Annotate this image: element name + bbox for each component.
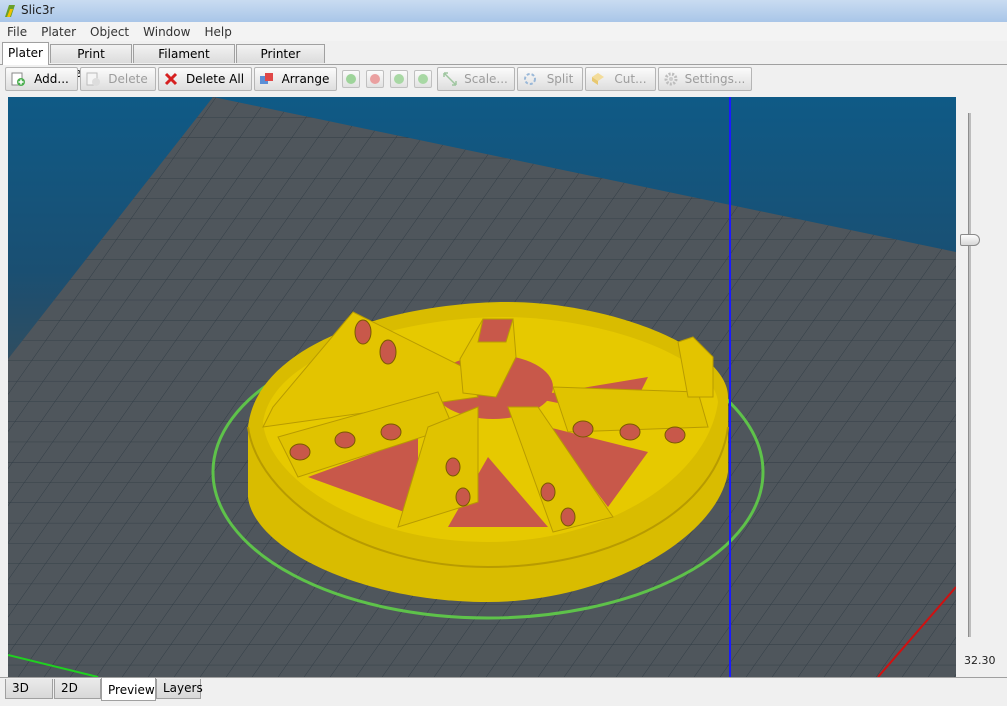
menu-help[interactable]: Help	[197, 25, 238, 39]
delete-label: Delete	[108, 72, 148, 86]
delete-all-button[interactable]: Delete All	[158, 67, 252, 91]
tab-layers[interactable]: Layers	[156, 679, 203, 699]
menu-plater[interactable]: Plater	[34, 25, 83, 39]
layer-height-value: 32.30	[964, 654, 996, 667]
plater-toolbar: Add... Delete Delete All Arrange Scale..…	[0, 65, 1007, 93]
gear-icon	[664, 72, 678, 86]
slider-track[interactable]	[968, 113, 971, 637]
menu-window[interactable]: Window	[136, 25, 197, 39]
main-tabs: Plater Print Settings Filament Settings …	[0, 42, 1007, 80]
scale-label: Scale...	[464, 72, 508, 86]
slic3r-logo-icon	[5, 5, 15, 17]
tab-preview[interactable]: Preview	[101, 678, 156, 701]
arrange-label: Arrange	[281, 72, 330, 86]
menu-file[interactable]: File	[0, 25, 34, 39]
slider-thumb[interactable]	[960, 233, 980, 246]
increase-copies-button[interactable]	[342, 70, 360, 88]
split-label: Split	[546, 72, 574, 86]
arrange-icon	[260, 73, 273, 84]
split-button[interactable]: Split	[517, 67, 583, 91]
plus-icon	[346, 74, 356, 84]
rotate-cw-button[interactable]	[414, 70, 432, 88]
decrease-copies-button[interactable]	[366, 70, 384, 88]
settings-label: Settings...	[684, 72, 746, 86]
menu-object[interactable]: Object	[83, 25, 136, 39]
rotate-left-icon	[394, 74, 404, 84]
cut-label: Cut...	[614, 72, 647, 86]
rotate-ccw-button[interactable]	[390, 70, 408, 88]
delete-button[interactable]: Delete	[80, 67, 156, 91]
print-bed-scene	[8, 97, 956, 677]
menu-bar: File Plater Object Window Help	[0, 22, 1007, 41]
layer-height-slider[interactable]: 32.30	[958, 97, 1007, 677]
object-settings-button[interactable]: Settings...	[658, 67, 752, 91]
preview-canvas[interactable]	[8, 97, 956, 677]
rotate-right-icon	[418, 74, 428, 84]
tab-print-settings[interactable]: Print Settings	[50, 44, 132, 80]
split-icon	[524, 73, 536, 85]
cut-icon	[592, 73, 604, 85]
delete-file-icon	[86, 72, 100, 86]
tab-printer-settings[interactable]: Printer Settings	[236, 44, 325, 80]
red-x-icon	[164, 72, 178, 86]
tab-2d[interactable]: 2D	[54, 679, 101, 699]
tab-plater[interactable]: Plater	[2, 42, 49, 65]
delete-all-label: Delete All	[185, 72, 245, 86]
window-title: Slic3r	[21, 3, 55, 17]
tab-3d[interactable]: 3D	[5, 679, 53, 699]
view-tabs: 3D 2D Preview Layers	[0, 677, 1007, 706]
tab-filament-settings[interactable]: Filament Settings	[133, 44, 235, 80]
scale-button[interactable]: Scale...	[437, 67, 515, 91]
add-file-icon	[11, 72, 25, 86]
arrange-button[interactable]: Arrange	[254, 67, 337, 91]
title-bar: Slic3r	[0, 0, 1007, 23]
add-button[interactable]: Add...	[5, 67, 78, 91]
scale-icon	[443, 72, 457, 86]
minus-icon	[370, 74, 380, 84]
add-label: Add...	[34, 72, 69, 86]
cut-button[interactable]: Cut...	[585, 67, 656, 91]
